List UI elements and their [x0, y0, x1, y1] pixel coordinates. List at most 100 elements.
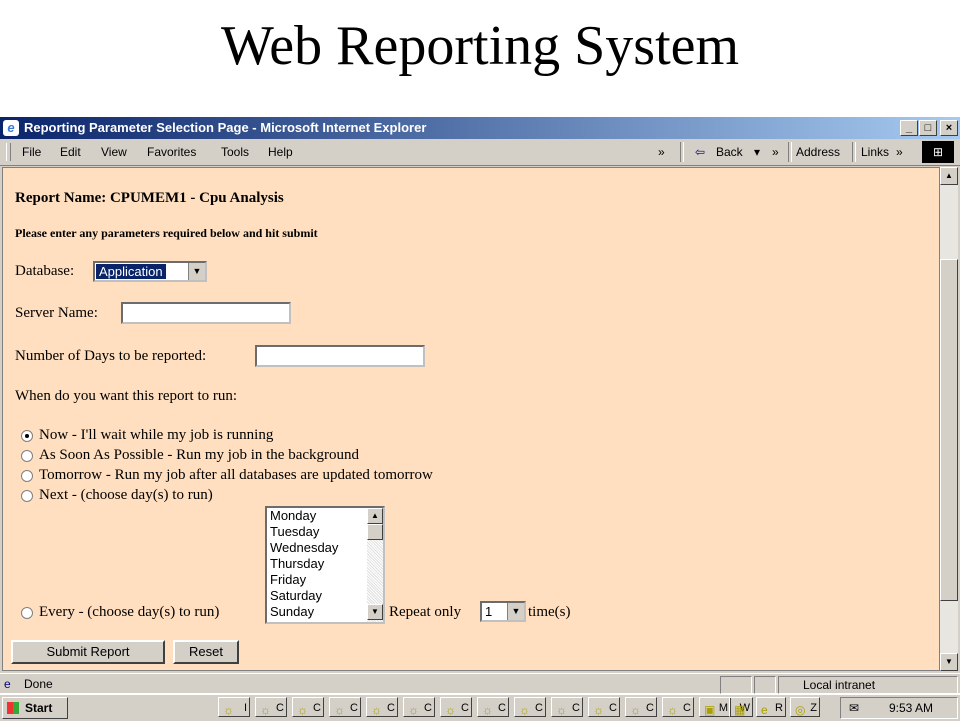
taskbar-item-label: C	[276, 702, 284, 714]
taskbar-item-label: R	[775, 702, 783, 714]
list-item[interactable]: Monday	[270, 508, 316, 524]
taskbar-item[interactable]: ☼ C	[403, 697, 435, 717]
status-text: Done	[24, 677, 53, 691]
back-dropdown[interactable]: ▾	[754, 145, 760, 159]
scroll-down-icon[interactable]: ▼	[367, 604, 383, 620]
scroll-thumb[interactable]	[367, 524, 383, 540]
repeat-label: Repeat only	[389, 604, 462, 620]
maximize-button[interactable]: □	[919, 120, 937, 136]
taskbar-item[interactable]: ☼ C	[514, 697, 546, 717]
dropdown-arrow-icon[interactable]: ▼	[188, 263, 205, 280]
repeat-value: 1	[485, 604, 493, 619]
radio-icon[interactable]	[21, 490, 33, 502]
taskbar-item-label: C	[535, 702, 543, 714]
toolbar-chevron[interactable]: »	[772, 145, 779, 159]
taskbar-item[interactable]: ☼ C	[662, 697, 694, 717]
taskbar-item[interactable]: ☼ C	[255, 697, 287, 717]
page-content: Report Name: CPUMEM1 - Cpu Analysis Plea…	[2, 167, 940, 671]
app-icon: ▦	[734, 703, 746, 717]
taskbar-item[interactable]: ▦ W	[729, 697, 753, 717]
minimize-button[interactable]: _	[900, 120, 918, 136]
clock[interactable]: 9:53 AM	[889, 698, 933, 718]
status-panel	[720, 676, 752, 694]
list-item[interactable]: Saturday	[270, 588, 322, 604]
start-button[interactable]: Start	[2, 697, 68, 719]
menu-view[interactable]: View	[101, 145, 127, 159]
links-chevron[interactable]: »	[896, 145, 903, 159]
days-listbox[interactable]: Monday Tuesday Wednesday Thursday Friday…	[265, 506, 385, 624]
option-label: Tomorrow - Run my job after all database…	[39, 467, 433, 483]
scroll-thumb[interactable]	[940, 259, 958, 601]
taskbar-item-label: C	[572, 702, 580, 714]
dropdown-arrow-icon[interactable]: ▼	[507, 603, 524, 620]
app-icon: ☼	[593, 703, 604, 717]
menu-tools[interactable]: Tools	[221, 145, 249, 159]
toolbar-grip[interactable]	[6, 143, 11, 161]
browser-window: e Reporting Parameter Selection Page - M…	[0, 117, 960, 694]
radio-icon[interactable]	[21, 607, 33, 619]
taskbar-item-label: C	[424, 702, 432, 714]
app-icon: ☼	[223, 703, 234, 717]
menu-edit[interactable]: Edit	[60, 145, 81, 159]
repeat-select[interactable]: 1 ▼	[480, 601, 526, 622]
mail-icon[interactable]: ✉	[849, 698, 859, 718]
app-icon: ☼	[630, 703, 641, 717]
windows-flag-icon: ⊞	[922, 141, 954, 163]
app-icon: ☼	[334, 703, 345, 717]
links-label[interactable]: Links	[861, 145, 889, 159]
taskbar-item-label: M	[718, 702, 728, 714]
zone-panel: Local intranet	[778, 676, 958, 694]
days-input[interactable]	[255, 345, 425, 367]
taskbar-item[interactable]: ☼ C	[588, 697, 620, 717]
listbox-scrollbar[interactable]: ▲ ▼	[367, 508, 383, 622]
scroll-up-icon[interactable]: ▲	[367, 508, 383, 524]
list-item[interactable]: Tuesday	[270, 524, 319, 540]
taskbar-item[interactable]: ☼ C	[366, 697, 398, 717]
radio-icon[interactable]	[21, 430, 33, 442]
menu-file[interactable]: File	[22, 145, 41, 159]
page-scrollbar[interactable]: ▲ ▼	[940, 167, 958, 671]
app-icon: ▣	[704, 703, 716, 717]
title-bar[interactable]: e Reporting Parameter Selection Page - M…	[0, 117, 960, 139]
app-icon: ☼	[556, 703, 567, 717]
app-icon: ☼	[260, 703, 271, 717]
taskbar-item[interactable]: eR	[756, 697, 786, 717]
database-select[interactable]: Application ▼	[93, 261, 207, 282]
report-name: Report Name: CPUMEM1 - Cpu Analysis	[15, 190, 284, 206]
list-item[interactable]: Sunday	[270, 604, 314, 620]
server-name-input[interactable]	[121, 302, 291, 324]
app-icon: ☼	[371, 703, 382, 717]
taskbar-item[interactable]: ◎ Z	[790, 697, 820, 717]
menu-favorites[interactable]: Favorites	[147, 145, 196, 159]
radio-icon[interactable]	[21, 470, 33, 482]
radio-icon[interactable]	[21, 450, 33, 462]
app-icon: e	[761, 703, 768, 717]
taskbar-item[interactable]: ☼ C	[477, 697, 509, 717]
close-button[interactable]: ×	[940, 120, 958, 136]
scroll-up-icon[interactable]: ▲	[940, 167, 958, 185]
taskbar-item[interactable]: ☼ C	[551, 697, 583, 717]
app-icon: ☼	[482, 703, 493, 717]
taskbar-item[interactable]: ☼ C	[329, 697, 361, 717]
days-label: Number of Days to be reported:	[15, 348, 207, 364]
taskbar-item[interactable]: ▣ M	[699, 697, 731, 717]
toolbar-separator	[788, 142, 792, 162]
menu-help[interactable]: Help	[268, 145, 293, 159]
back-button[interactable]: Back	[716, 145, 743, 159]
address-label[interactable]: Address	[796, 145, 840, 159]
instructions: Please enter any parameters required bel…	[15, 226, 318, 240]
taskbar-item[interactable]: ☼ C	[440, 697, 472, 717]
scroll-down-icon[interactable]: ▼	[940, 653, 958, 671]
list-item[interactable]: Thursday	[270, 556, 324, 572]
taskbar-item-label: C	[498, 702, 506, 714]
list-item[interactable]: Friday	[270, 572, 306, 588]
menu-chevron[interactable]: »	[658, 145, 665, 159]
reset-button[interactable]: Reset	[173, 640, 239, 664]
submit-report-button[interactable]: Submit Report	[11, 640, 165, 664]
taskbar-item[interactable]: ☼ C	[625, 697, 657, 717]
taskbar-item[interactable]: ☼ I	[218, 697, 250, 717]
option-label: Next - (choose day(s) to run)	[39, 487, 213, 503]
slide-title: Web Reporting System	[220, 15, 740, 77]
taskbar-item[interactable]: ☼ C	[292, 697, 324, 717]
list-item[interactable]: Wednesday	[270, 540, 338, 556]
